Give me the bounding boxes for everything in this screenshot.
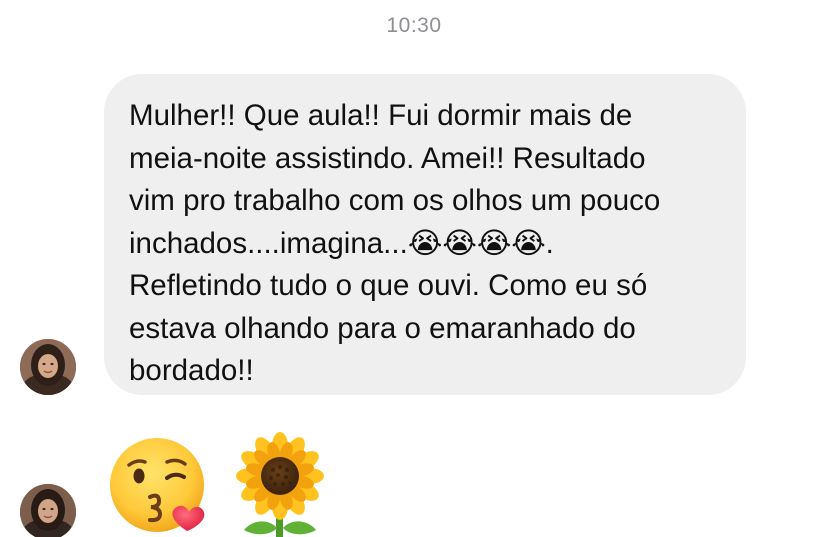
face-blowing-kiss-icon <box>110 438 205 532</box>
chat-thread: 10:30 Mulher!! Que aula!! Fui dormir mai… <box>0 0 828 537</box>
message-timestamp: 10:30 <box>386 14 442 37</box>
message-text: Mulher!! Que aula!! Fui dormir mais de m… <box>129 99 661 387</box>
message-bubble[interactable]: Mulher!! Que aula!! Fui dormir mais de m… <box>104 74 746 395</box>
sender-avatar[interactable] <box>20 484 76 537</box>
avatar-photo <box>20 339 76 395</box>
sunflower-icon <box>236 432 324 537</box>
sender-avatar[interactable] <box>20 339 76 395</box>
avatar-photo <box>20 484 76 537</box>
